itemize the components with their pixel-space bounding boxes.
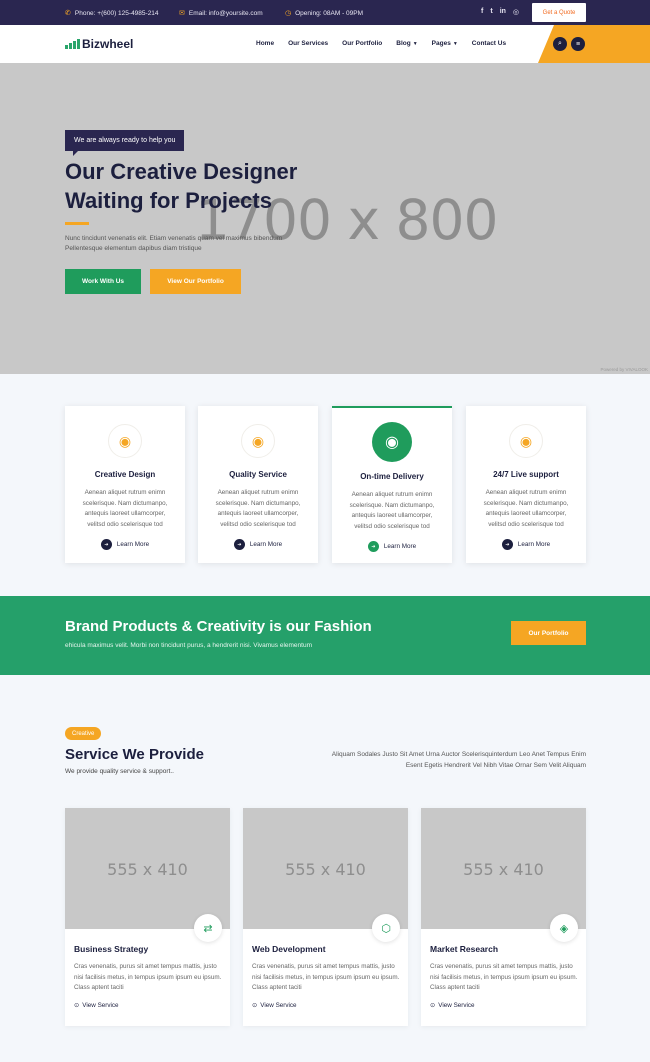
brand-logo[interactable]: Bizwheel [65, 37, 133, 51]
logo-bars-icon [65, 39, 80, 49]
phone-icon: ✆ [65, 10, 71, 17]
feature-card[interactable]: ◉ Quality Service Aenean aliquet rutrum … [198, 406, 318, 563]
service-title: Business Strategy [74, 944, 149, 954]
our-portfolio-button[interactable]: Our Portfolio [511, 621, 586, 645]
banner-title: Brand Products & Creativity is our Fashi… [65, 618, 372, 635]
broadcast-icon: ◉ [372, 422, 412, 462]
features-section: ◉ Creative Design Aenean aliquet rutrum … [0, 374, 650, 596]
instagram-icon[interactable]: ◎ [513, 8, 519, 16]
view-service-link[interactable]: ⊙ View Service [74, 1002, 119, 1009]
broadcast-icon: ◉ [241, 424, 275, 458]
powered-by: Powered by VIVALOOK [600, 367, 648, 372]
menu-icon[interactable]: ≡ [571, 37, 585, 51]
service-title: Web Development [252, 944, 326, 954]
title-underline [65, 222, 89, 225]
nav-item-portfolio[interactable]: Our Portfolio [342, 40, 382, 47]
envelope-icon: ✉ [179, 10, 185, 17]
social-links: f t in ◎ [481, 8, 519, 16]
opening-text: Opening: 08AM - 09PM [295, 9, 364, 17]
feature-card-active[interactable]: ◉ On-time Delivery Aenean aliquet rutrum… [332, 406, 452, 563]
chevron-down-icon: ▼ [412, 41, 418, 47]
feature-card[interactable]: ◉ 24/7 Live support Aenean aliquet rutru… [466, 406, 586, 563]
arrow-right-icon: ➜ [100, 539, 112, 550]
handshake-icon: ⇄ [194, 914, 222, 942]
arrow-circle-icon: ⊙ [430, 1002, 436, 1009]
learn-more-link[interactable]: ➜ Learn More [65, 539, 185, 550]
service-image: 555 x 410 [243, 808, 408, 929]
service-desc: Cras venenatis, purus sit amet tempus ma… [74, 963, 222, 991]
nav-item-contact[interactable]: Contact Us [472, 40, 506, 47]
clock-icon: ◷ [285, 10, 292, 17]
work-with-us-button[interactable]: Work With Us [65, 269, 141, 294]
brand-name: Bizwheel [82, 37, 134, 51]
section-pill: Creative [65, 727, 102, 740]
broadcast-icon: ◉ [108, 424, 142, 458]
hero-section: 1700 x 800 We are always ready to help y… [0, 63, 650, 374]
view-service-link[interactable]: ⊙ View Service [252, 1002, 297, 1009]
view-portfolio-button[interactable]: View Our Portfolio [150, 269, 241, 294]
feature-title: On-time Delivery [360, 472, 424, 481]
service-card[interactable]: 555 x 410 ⇄ Business Strategy Cras venen… [65, 808, 230, 1026]
feature-title: 24/7 Live support [493, 470, 559, 479]
section-title: Service We Provide [65, 746, 204, 763]
learn-more-link[interactable]: ➜ Learn More [332, 541, 452, 552]
broadcast-icon: ◉ [509, 424, 543, 458]
cube-icon: ◈ [550, 914, 578, 942]
arrow-right-icon: ➜ [367, 541, 379, 552]
learn-more-link[interactable]: ➜ Learn More [466, 539, 586, 550]
top-bar: ✆ Phone: +(600) 125-4985-214 ✉ Email: in… [0, 0, 650, 25]
email-contact: ✉ Email: info@yoursite.com [179, 9, 263, 18]
phone-text: Phone: +(600) 125-4985-214 [74, 9, 159, 17]
feature-desc: Aenean aliquet rutrum enimn scelerisque.… [349, 491, 435, 530]
email-text: Email: info@yoursite.com [188, 9, 263, 17]
main-nav: Bizwheel Home Our Services Our Portfolio… [0, 25, 650, 63]
arrow-circle-icon: ⊙ [252, 1002, 258, 1009]
html5-icon: ⬡ [372, 914, 400, 942]
section-intro: Aliquam Sodales Justo Sit Amet Urna Auct… [331, 751, 586, 769]
linkedin-icon[interactable]: in [500, 8, 506, 16]
search-icon[interactable]: ⌕ [553, 37, 567, 51]
get-quote-button[interactable]: Get a Quote [532, 3, 586, 22]
feature-desc: Aenean aliquet rutrum enimn scelerisque.… [483, 489, 569, 528]
call-to-action-banner: Brand Products & Creativity is our Fashi… [0, 596, 650, 675]
arrow-right-icon: ➜ [233, 539, 245, 550]
feature-desc: Aenean aliquet rutrum enimn scelerisque.… [215, 489, 301, 528]
learn-more-link[interactable]: ➜ Learn More [198, 539, 318, 550]
chevron-down-icon: ▼ [452, 41, 458, 47]
nav-item-pages[interactable]: Pages ▼ [432, 40, 458, 47]
feature-title: Creative Design [94, 470, 156, 479]
phone-contact: ✆ Phone: +(600) 125-4985-214 [65, 9, 159, 18]
feature-title: Quality Service [229, 470, 287, 479]
arrow-circle-icon: ⊙ [74, 1002, 80, 1009]
hero-tag: We are always ready to help you [65, 130, 185, 156]
nav-item-home[interactable]: Home [256, 40, 274, 47]
service-desc: Cras venenatis, purus sit amet tempus ma… [430, 963, 578, 991]
section-subtitle: We provide quality service & support.. [65, 768, 174, 775]
facebook-icon[interactable]: f [481, 8, 483, 16]
view-service-link[interactable]: ⊙ View Service [430, 1002, 475, 1009]
hero-title: Our Creative Designer Waiting for Projec… [65, 159, 298, 213]
service-image: 555 x 410 [421, 808, 586, 929]
twitter-icon[interactable]: t [490, 8, 492, 16]
service-desc: Cras venenatis, purus sit amet tempus ma… [252, 963, 400, 991]
service-card[interactable]: 555 x 410 ⬡ Web Development Cras venenat… [243, 808, 408, 1026]
opening-hours: ◷ Opening: 08AM - 09PM [285, 9, 364, 18]
feature-card[interactable]: ◉ Creative Design Aenean aliquet rutrum … [65, 406, 185, 563]
nav-menu: Home Our Services Our Portfolio Blog ▼ Pa… [256, 40, 506, 47]
service-title: Market Research [430, 944, 499, 954]
nav-item-services[interactable]: Our Services [288, 40, 328, 47]
nav-item-blog[interactable]: Blog ▼ [396, 40, 417, 47]
hero-description: Nunc tincidunt venenatis elit. Etiam ven… [65, 235, 283, 252]
banner-subtitle: ehicula maximus velit. Morbi non tincidu… [65, 642, 312, 649]
feature-desc: Aenean aliquet rutrum enimn scelerisque.… [82, 489, 168, 528]
arrow-right-icon: ➜ [501, 539, 513, 550]
services-section: Creative Service We Provide We provide q… [0, 675, 650, 1062]
service-card[interactable]: 555 x 410 ◈ Market Research Cras venenat… [421, 808, 586, 1026]
service-image: 555 x 410 [65, 808, 230, 929]
